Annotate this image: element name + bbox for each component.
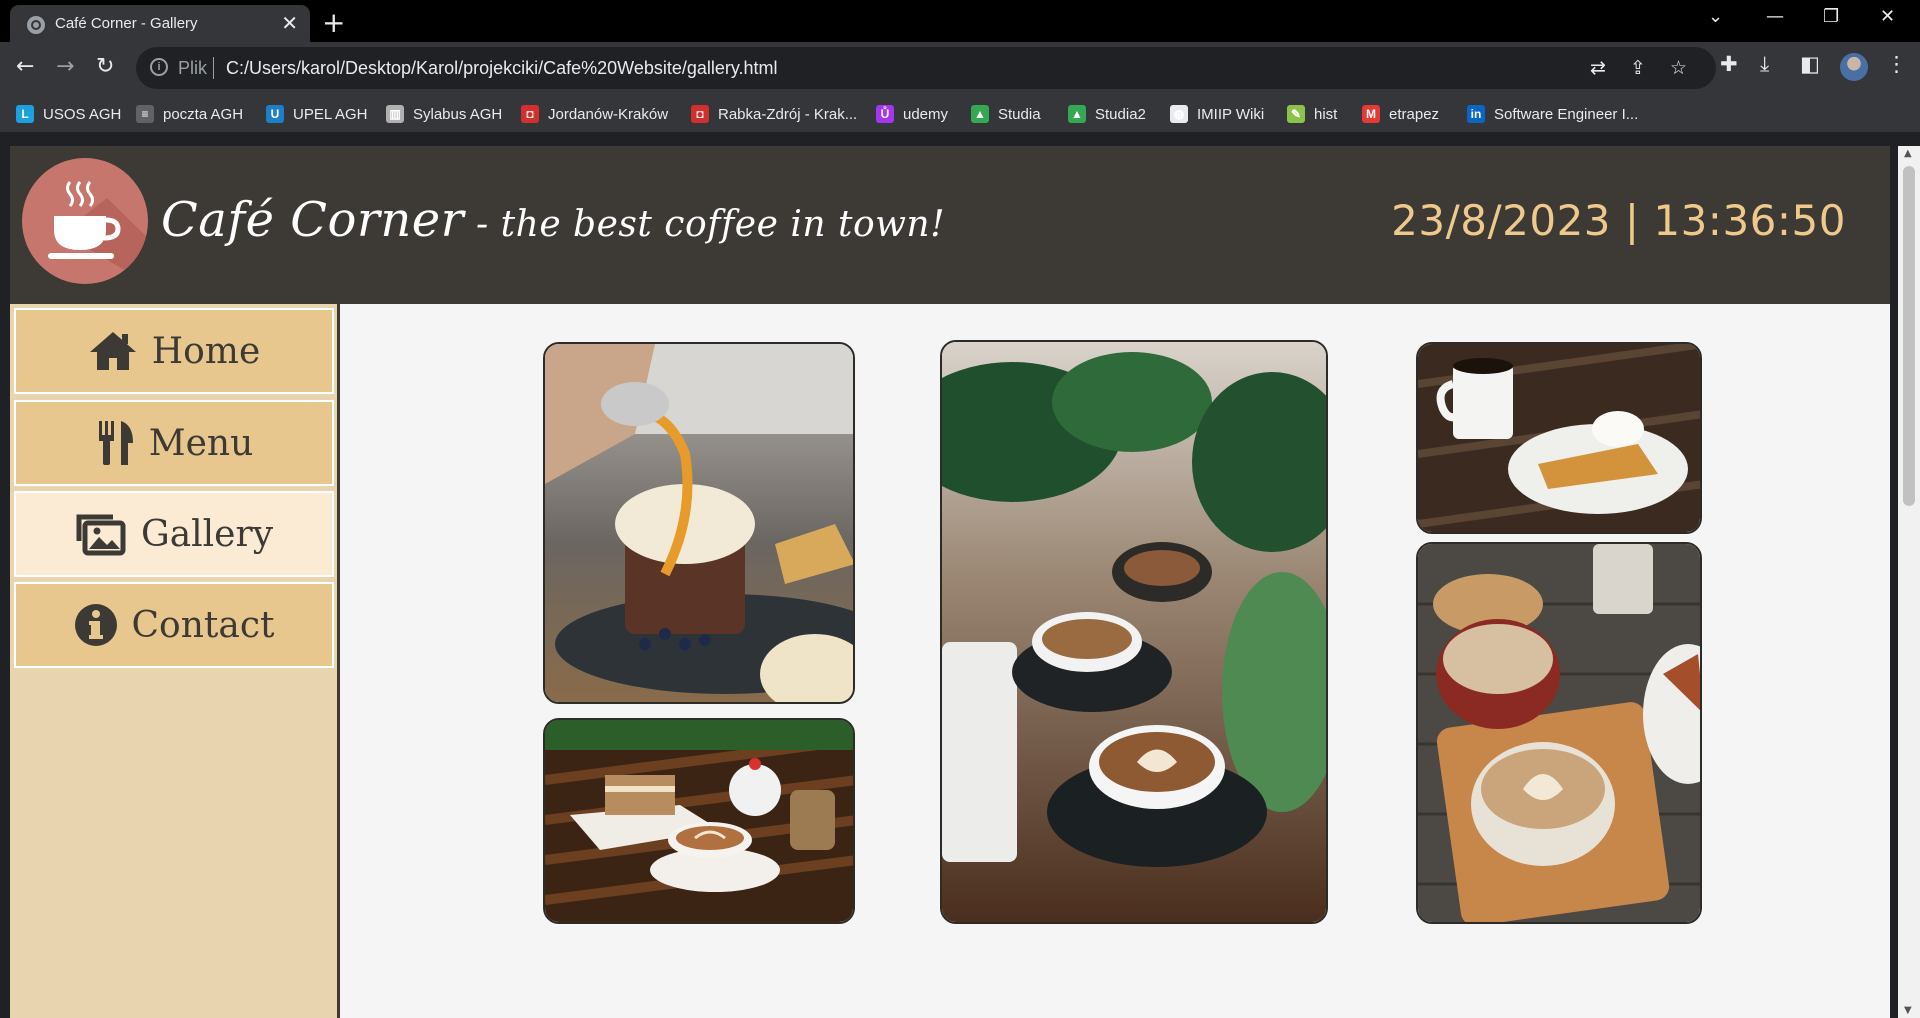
home-icon: [88, 330, 138, 372]
drive-icon: ▲: [1068, 105, 1086, 123]
extensions-icon[interactable]: ✚: [1720, 52, 1738, 76]
bookmark-label: hist: [1314, 105, 1338, 123]
site-info-icon[interactable]: i: [150, 58, 168, 76]
new-tab-icon[interactable]: +: [322, 6, 345, 39]
page-scrollbar[interactable]: ▲ ▼: [1898, 146, 1920, 1018]
coffee-logo-icon: [22, 158, 148, 284]
images-icon: [75, 511, 127, 557]
drive-icon: ▲: [971, 105, 989, 123]
bookmark-label: udemy: [903, 105, 949, 123]
bookmark-item[interactable]: ▲ Studia2: [1068, 102, 1146, 126]
browser-tabstrip: Café Corner - Gallery ✕ + ⌄ — ❐ ✕: [0, 0, 1920, 42]
back-icon[interactable]: ←: [16, 54, 34, 79]
gallery-photo-mug-pie[interactable]: [1416, 342, 1702, 534]
scroll-up-icon[interactable]: ▲: [1904, 148, 1912, 159]
utensils-icon: [95, 419, 135, 467]
bookmark-item[interactable]: in Software Engineer I...: [1467, 102, 1638, 126]
bus-icon: ◘: [691, 105, 709, 123]
menu-kebab-icon[interactable]: ⋮: [1886, 52, 1907, 76]
hist-icon: ✎: [1287, 105, 1305, 123]
reload-icon[interactable]: ↻: [96, 54, 114, 79]
sylabus-icon: ▥: [386, 105, 404, 123]
bookmark-label: USOS AGH: [43, 105, 122, 123]
bookmark-item[interactable]: ✎ hist: [1287, 102, 1337, 126]
restore-icon[interactable]: ❐: [1823, 6, 1839, 27]
mail-icon: ≡: [136, 105, 154, 123]
nav-item-label: Gallery: [140, 513, 274, 555]
nav-item-home[interactable]: Home: [14, 308, 334, 394]
gallery-photo-cake-latte[interactable]: [543, 718, 855, 924]
udemy-icon: Ů: [876, 105, 894, 123]
date-time-clock: 23/8/2023 | 13:36:50: [1391, 196, 1846, 245]
etrapez-icon: M: [1362, 105, 1380, 123]
bookmark-label: Rabka-Zdrój - Krak...: [718, 105, 858, 123]
bookmark-label: Sylabus AGH: [413, 105, 503, 123]
profile-avatar[interactable]: [1840, 53, 1868, 81]
bookmark-item[interactable]: ◍ IMIIP Wiki: [1170, 102, 1264, 126]
close-window-icon[interactable]: ✕: [1880, 6, 1895, 27]
gallery-photo-latte-plants[interactable]: [940, 340, 1328, 924]
bookmark-item[interactable]: Ůudemy: [876, 102, 948, 126]
globe-icon: [27, 16, 45, 34]
bookmark-item[interactable]: L USOS AGH: [16, 102, 121, 126]
page-viewport: Café Corner - the best coffee in town! 2…: [0, 132, 1920, 1018]
bookmark-label: UPEL AGH: [293, 105, 368, 123]
side-panel-icon[interactable]: ◧: [1800, 52, 1820, 76]
cafe-page: Café Corner - the best coffee in town! 2…: [10, 146, 1890, 1018]
url-text[interactable]: C:/Users/karol/Desktop/Karol/projekciki/…: [226, 58, 778, 79]
sidebar-nav: Home Menu Gallery Contact: [10, 304, 340, 1018]
close-tab-icon[interactable]: ✕: [281, 11, 298, 35]
bookmark-star-icon[interactable]: ☆: [1670, 57, 1687, 79]
browser-toolbar: ← → ↻ i Plik C:/Users/karol/Desktop/Karo…: [0, 42, 1920, 96]
bookmark-label: Jordanów-Kraków: [548, 105, 669, 123]
bookmark-item[interactable]: Metrapez: [1362, 102, 1439, 126]
download-icon[interactable]: ⤓: [1760, 52, 1769, 77]
bookmark-item[interactable]: ≡ poczta AGH: [136, 102, 243, 126]
tab-title: Café Corner - Gallery: [55, 15, 198, 32]
nav-item-label: Contact: [131, 604, 275, 646]
tab-search-icon[interactable]: ⌄: [1708, 6, 1723, 27]
bus-icon: ◘: [521, 105, 539, 123]
upel-icon: U: [266, 105, 284, 123]
tagline: - the best coffee in town!: [464, 204, 946, 245]
minimize-icon[interactable]: —: [1766, 6, 1784, 27]
bookmarks-bar: L USOS AGH ≡ poczta AGH U UPEL AGH ▥ Sylabus AG…: [0, 96, 1920, 132]
bookmark-label: etrapez: [1389, 105, 1440, 123]
address-bar[interactable]: i Plik C:/Users/karol/Desktop/Karol/proj…: [136, 47, 1716, 89]
gallery-photo-two-lattes[interactable]: [1416, 542, 1702, 924]
address-prefix: Plik: [178, 58, 208, 78]
scrollbar-thumb[interactable]: [1903, 166, 1915, 506]
brand-name: Café Corner: [161, 192, 465, 248]
nav-item-gallery[interactable]: Gallery: [14, 491, 334, 577]
nav-item-label: Home: [151, 330, 261, 372]
bookmark-label: poczta AGH: [163, 105, 244, 123]
bookmark-label: Software Engineer I...: [1494, 105, 1639, 123]
gallery-photo-dessert[interactable]: [543, 342, 855, 704]
usos-icon: L: [16, 105, 34, 123]
bookmark-item[interactable]: ▥ Sylabus AGH: [386, 102, 502, 126]
site-header: Café Corner - the best coffee in town! 2…: [10, 146, 1890, 304]
linkedin-icon: in: [1467, 105, 1485, 123]
forward-icon[interactable]: →: [56, 54, 74, 79]
bookmark-item[interactable]: ◘ Rabka-Zdrój - Krak...: [691, 102, 857, 126]
bookmark-item[interactable]: U UPEL AGH: [266, 102, 367, 126]
bookmark-item[interactable]: ▲ Studia: [971, 102, 1041, 126]
bookmark-item[interactable]: ◘ Jordanów-Kraków: [521, 102, 668, 126]
scroll-down-icon[interactable]: ▼: [1904, 1005, 1912, 1016]
info-icon: [74, 603, 118, 647]
browser-tab[interactable]: Café Corner - Gallery ✕: [10, 5, 310, 42]
translate-icon[interactable]: ⇄: [1590, 57, 1606, 79]
nav-item-label: Menu: [148, 422, 254, 464]
bookmark-label: IMIIP Wiki: [1197, 105, 1265, 123]
bookmark-label: Studia: [998, 105, 1041, 123]
globe-icon: ◍: [1170, 105, 1188, 123]
bookmark-label: Studia2: [1095, 105, 1146, 123]
nav-item-contact[interactable]: Contact: [14, 582, 334, 668]
share-icon[interactable]: ⇪: [1630, 57, 1646, 79]
site-title: Café Corner - the best coffee in town!: [161, 192, 945, 248]
nav-item-menu[interactable]: Menu: [14, 400, 334, 486]
address-separator: [213, 57, 214, 79]
